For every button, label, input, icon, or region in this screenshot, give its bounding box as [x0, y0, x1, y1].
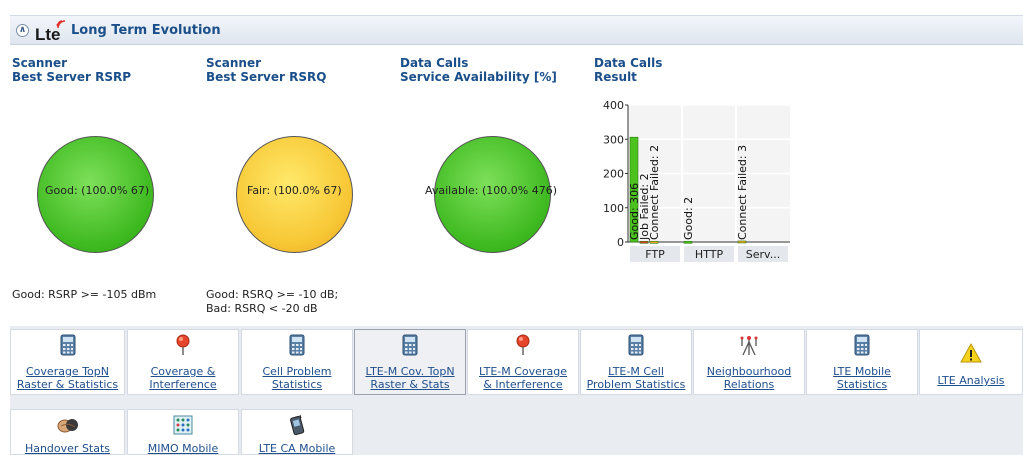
rsrp-legend-line1: Good: RSRP >= -105 dBm: [12, 288, 157, 301]
collapse-icon[interactable]: ∧: [16, 24, 29, 37]
tool-button[interactable]: LTE CA Mobile: [241, 409, 353, 455]
grid-icon: [172, 414, 194, 436]
panel-rsrq: Scanner Best Server RSRQ: [206, 56, 326, 84]
chart-y-tick-label: 200: [603, 168, 624, 181]
tool-label: LTE Analysis: [937, 374, 1005, 387]
tool-button[interactable]: Handover Stats: [10, 409, 125, 455]
availability-pie-label: Available: (100.0% 476): [425, 184, 558, 197]
tool-button[interactable]: Coverage & Interference: [127, 329, 239, 395]
tool-label: LTE Mobile Statistics: [833, 365, 891, 391]
chart-y-tick-label: 0: [617, 236, 624, 249]
chart-y-tick-label: 100: [603, 202, 624, 215]
chart-data-label: Connect Failed: 2: [648, 145, 661, 240]
panel-title-line2: Result: [594, 70, 637, 84]
tool-button[interactable]: LTE Mobile Statistics: [806, 329, 918, 395]
panel-rsrp: Scanner Best Server RSRP: [12, 56, 131, 84]
chart-data-label: Connect Failed: 3: [736, 145, 749, 240]
chart-y-tick-label: 300: [603, 133, 624, 146]
calculator-icon: [851, 334, 873, 356]
tool-button[interactable]: LTE-M Cell Problem Statistics: [580, 329, 692, 395]
svg-text:Lte: Lte: [35, 25, 61, 44]
tool-button[interactable]: Cell Problem Statistics: [241, 329, 353, 395]
panel-title-line2: Best Server RSRQ: [206, 70, 327, 84]
tool-button[interactable]: LTE-M Coverage & Interference: [467, 329, 579, 395]
tool-label: LTE-M Cell Problem Statistics: [586, 365, 686, 391]
panel-title-line1: Scanner: [12, 56, 67, 70]
lte-logo-icon: Lte: [35, 20, 66, 44]
panel-title-line1: Data Calls: [400, 56, 469, 70]
tool-label: Coverage & Interference: [149, 365, 217, 391]
calculator-icon: [286, 334, 308, 356]
tool-label: LTE CA Mobile: [258, 442, 336, 455]
chart-x-tick-label: FTP: [645, 248, 665, 261]
tool-label: Coverage TopN Raster & Statistics: [16, 365, 119, 391]
rsrq-legend-line2: Bad: RSRQ < -20 dB: [206, 302, 318, 315]
lte-dashboard: ∧ Lte Long Term Evolution Scanner Best S…: [0, 0, 1023, 455]
chart-x-tick-label: HTTP: [695, 248, 724, 261]
tool-button[interactable]: MIMO Mobile: [127, 409, 239, 455]
section-title: Long Term Evolution: [71, 23, 221, 38]
rsrq-legend: Good: RSRQ >= -10 dB; Bad: RSRQ < -20 dB: [206, 288, 338, 316]
tool-label: Cell Problem Statistics: [262, 365, 332, 391]
antenna-icon: [738, 334, 760, 356]
calculator-icon: [399, 334, 421, 356]
tool-button[interactable]: LTE Analysis: [919, 329, 1023, 395]
tool-label: LTE-M Cov. TopN Raster & Stats: [365, 365, 455, 391]
chart-y-tick-label: 400: [603, 100, 624, 112]
panel-title-line1: Data Calls: [594, 56, 663, 70]
handshake-icon: [57, 414, 79, 436]
section-header: ∧ Lte Long Term Evolution: [10, 15, 1023, 45]
chart-bar[interactable]: [639, 241, 649, 244]
chart-x-tick-label: Serv...: [746, 248, 780, 261]
tool-label: Neighbourhood Relations: [706, 365, 792, 391]
calculator-icon: [625, 334, 647, 356]
rsrq-pie-label: Fair: (100.0% 67): [247, 184, 342, 197]
chart-bar[interactable]: [649, 241, 659, 244]
calculator-icon: [57, 334, 79, 356]
phone-icon: [286, 414, 308, 436]
tool-button[interactable]: LTE-M Cov. TopN Raster & Stats: [354, 329, 466, 395]
rsrp-pie-label: Good: (100.0% 67): [45, 184, 150, 197]
pin-icon: [512, 334, 534, 356]
tool-button[interactable]: Neighbourhood Relations: [693, 329, 805, 395]
tool-label: LTE-M Coverage & Interference: [479, 365, 567, 391]
tool-label: Handover Stats: [24, 442, 111, 455]
warning-icon: [960, 342, 982, 364]
chart-bar[interactable]: [737, 240, 747, 244]
rsrp-legend: Good: RSRP >= -105 dBm: [12, 288, 156, 302]
chart-bar[interactable]: [683, 241, 693, 244]
rsrq-legend-line1: Good: RSRQ >= -10 dB;: [206, 288, 339, 301]
panel-result: Data Calls Result: [594, 56, 662, 84]
chart-data-label: Good: 2: [682, 197, 695, 240]
panel-title-line2: Best Server RSRP: [12, 70, 132, 84]
panel-title-line2: Service Availability [%]: [400, 70, 557, 84]
panel-availability: Data Calls Service Availability [%]: [400, 56, 557, 84]
tool-button[interactable]: Coverage TopN Raster & Statistics: [10, 329, 125, 395]
tool-label: MIMO Mobile: [147, 442, 219, 455]
panel-title-line1: Scanner: [206, 56, 261, 70]
pin-icon: [172, 334, 194, 356]
result-bar-chart[interactable]: 0100200300400FTP HTTP Serv...Good: 306Job …: [594, 100, 794, 270]
